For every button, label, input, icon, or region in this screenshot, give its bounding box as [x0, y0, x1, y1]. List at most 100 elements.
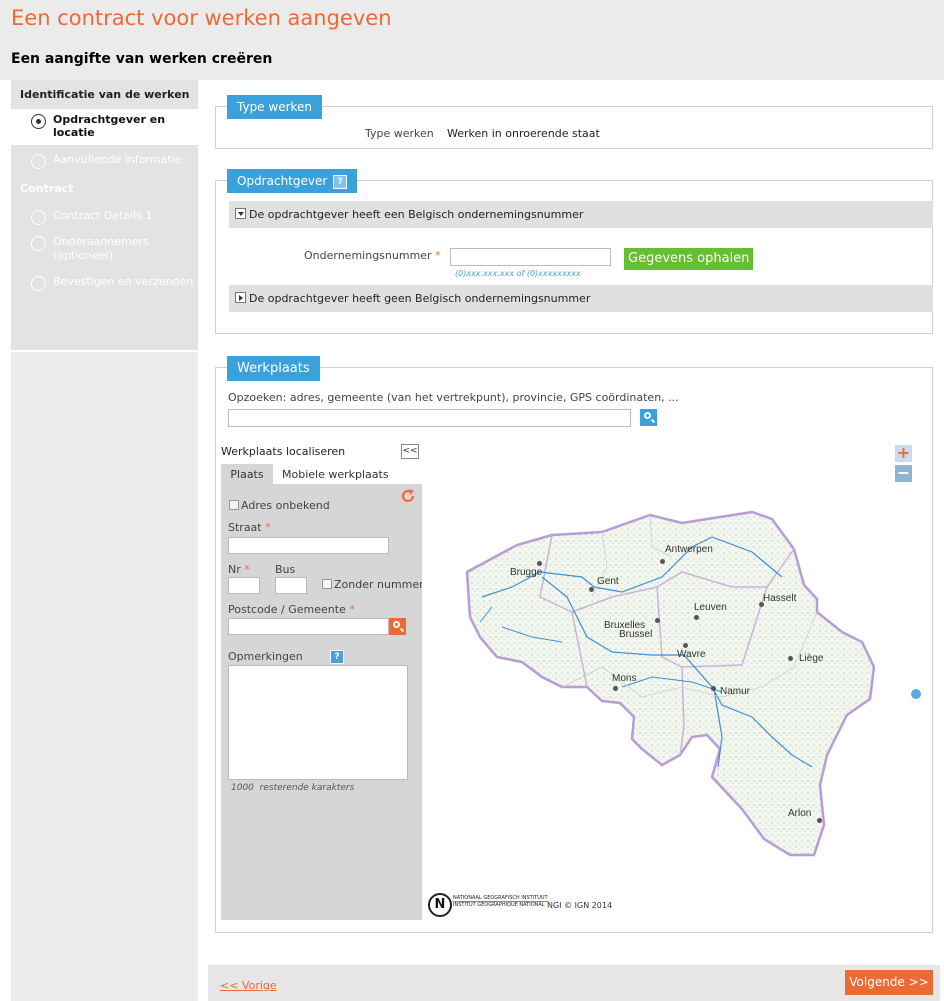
page-title: Een contract voor werken aangeven [11, 6, 392, 30]
werkplaats-tab: Werkplaats [227, 356, 320, 381]
page-subtitle: Een aangifte van werken creëren [11, 51, 273, 67]
belgian-number-toggle-label: De opdrachtgever heeft een Belgisch onde… [249, 208, 584, 221]
required-mark: * [349, 603, 355, 616]
ngi-logo-line1: NATIONAAL GEOGRAFISCH INSTITUUT [453, 895, 548, 902]
straat-label: Straat * [228, 521, 271, 534]
footer-bar [208, 965, 940, 1001]
adres-onbekend-checkbox[interactable] [229, 500, 239, 510]
ngi-logo: N [428, 893, 452, 917]
bus-input[interactable] [275, 577, 307, 594]
opdrachtgever-tab-label: Opdrachtgever [237, 174, 328, 188]
type-werken-tab: Type werken [227, 95, 323, 119]
city-dot [589, 587, 594, 592]
collapse-panel-button[interactable]: << [401, 444, 419, 459]
tab-plaats[interactable]: Plaats [221, 464, 273, 485]
city-label-arlon: Arlon [788, 808, 812, 819]
map-scroll-handle[interactable] [911, 689, 921, 699]
straat-input[interactable] [228, 537, 389, 554]
ondernemingsnummer-input[interactable] [450, 248, 611, 266]
opmerkingen-help-icon[interactable]: ? [330, 650, 344, 664]
radio-icon [31, 154, 46, 169]
type-werken-label: Type werken [365, 127, 434, 140]
required-mark: * [435, 249, 441, 262]
map-view[interactable] [422, 437, 920, 920]
opmerkingen-label: Opmerkingen [228, 650, 303, 663]
city-label-hasselt: Hasselt [763, 593, 797, 604]
type-werken-value: Werken in onroerende staat [447, 127, 600, 140]
radio-icon [31, 276, 46, 291]
straat-label-text: Straat [228, 521, 262, 534]
sidebar-section-contract: Contract [20, 182, 74, 195]
radio-icon [31, 210, 46, 225]
radio-icon [31, 236, 46, 251]
bus-label: Bus [275, 563, 296, 576]
city-label-namur: Namur [720, 686, 751, 697]
sidebar-item-label: Bevestigen en verzenden [53, 275, 194, 288]
search-icon [393, 621, 400, 628]
sidebar-item-onderaannemers[interactable]: Onderaannemers (optioneel) [11, 235, 198, 269]
postcode-label: Postcode / Gemeente * [228, 603, 355, 616]
city-label-mons: Mons [612, 673, 637, 684]
zoom-in-button[interactable]: + [895, 445, 912, 462]
wizard-sidebar: Identificatie van de werken Opdrachtgeve… [11, 80, 198, 350]
adres-onbekend-label: Adres onbekend [241, 499, 330, 512]
tab-mobiele-werkplaats[interactable]: Mobiele werkplaats [282, 464, 389, 485]
city-label-antwerpen: Antwerpen [665, 544, 713, 555]
postcode-label-text: Postcode / Gemeente [228, 603, 346, 616]
nr-input[interactable] [228, 577, 260, 594]
search-icon [644, 412, 651, 419]
expand-down-icon [235, 208, 246, 219]
nr-label: Nr * [228, 563, 250, 576]
vorige-link[interactable]: << Vorige [220, 979, 277, 992]
foreign-number-toggle[interactable]: De opdrachtgever heeft geen Belgisch ond… [229, 285, 933, 312]
sidebar-item-label: Onderaannemers (optioneel) [53, 235, 149, 262]
sidebar-item-opdrachtgever[interactable]: Opdrachtgever en locatie [11, 109, 198, 145]
zonder-nummer-checkbox[interactable] [322, 579, 332, 589]
opmerkingen-textarea[interactable] [228, 665, 408, 780]
sidebar-item-contract-details[interactable]: Contract Details 1 [11, 209, 198, 229]
help-icon[interactable]: ? [333, 175, 348, 189]
city-label-liege: Liège [799, 653, 824, 664]
ondernemingsnummer-label: Ondernemingsnummer * [304, 249, 441, 262]
sidebar-item-label: Contract Details 1 [53, 209, 153, 222]
postcode-gemeente-input[interactable] [228, 618, 389, 635]
required-mark: * [244, 563, 250, 576]
sidebar-item-bevestigen[interactable]: Bevestigen en verzenden [11, 275, 198, 295]
sidebar-section-identificatie: Identificatie van de werken [20, 88, 190, 101]
sidebar-item-aanvullend[interactable]: Aanvullende informatie [11, 153, 198, 173]
city-dot [537, 561, 542, 566]
werkplaats-search-label: Opzoeken: adres, gemeente (van het vertr… [228, 391, 679, 404]
postcode-search-button[interactable] [389, 618, 406, 635]
zoom-out-button[interactable]: − [895, 465, 912, 482]
city-dot [660, 559, 665, 564]
city-dot [613, 686, 618, 691]
city-label-leuven: Leuven [694, 602, 727, 613]
belgian-number-toggle[interactable]: De opdrachtgever heeft een Belgisch onde… [229, 201, 933, 228]
ngi-logo-line2: INSTITUT GÉOGRAPHIQUE NATIONAL [453, 902, 545, 908]
city-label-wavre: Wavre [677, 649, 706, 660]
remaining-count: 1000 [231, 783, 254, 793]
city-label-brussel: Brussel [619, 629, 653, 640]
sidebar-item-label: Aanvullende informatie [53, 153, 182, 166]
expand-right-icon [235, 292, 246, 303]
search-button[interactable] [640, 409, 657, 426]
map-copyright: NGI © IGN 2014 [547, 901, 613, 910]
city-dot [694, 615, 699, 620]
sidebar-filler [11, 352, 198, 1001]
werkplaats-search-input[interactable] [228, 409, 631, 427]
volgende-button[interactable]: Volgende >> [845, 970, 933, 995]
localiseren-title: Werkplaats localiseren [221, 445, 346, 458]
nr-label-text: Nr [228, 563, 241, 576]
refresh-icon[interactable] [400, 488, 416, 504]
city-dot [788, 656, 793, 661]
ondernemingsnummer-label-text: Ondernemingsnummer [304, 249, 432, 262]
radio-selected-icon [31, 114, 46, 129]
foreign-number-toggle-label: De opdrachtgever heeft geen Belgisch ond… [249, 292, 591, 305]
opdrachtgever-tab: Opdrachtgever? [227, 169, 358, 193]
gegevens-ophalen-button[interactable]: Gegevens ophalen [624, 248, 754, 270]
city-label-brugge: Brugge [510, 567, 543, 578]
required-mark: * [265, 521, 271, 534]
city-dot [683, 643, 688, 648]
city-label-gent: Gent [597, 576, 619, 587]
city-dot [817, 818, 822, 823]
